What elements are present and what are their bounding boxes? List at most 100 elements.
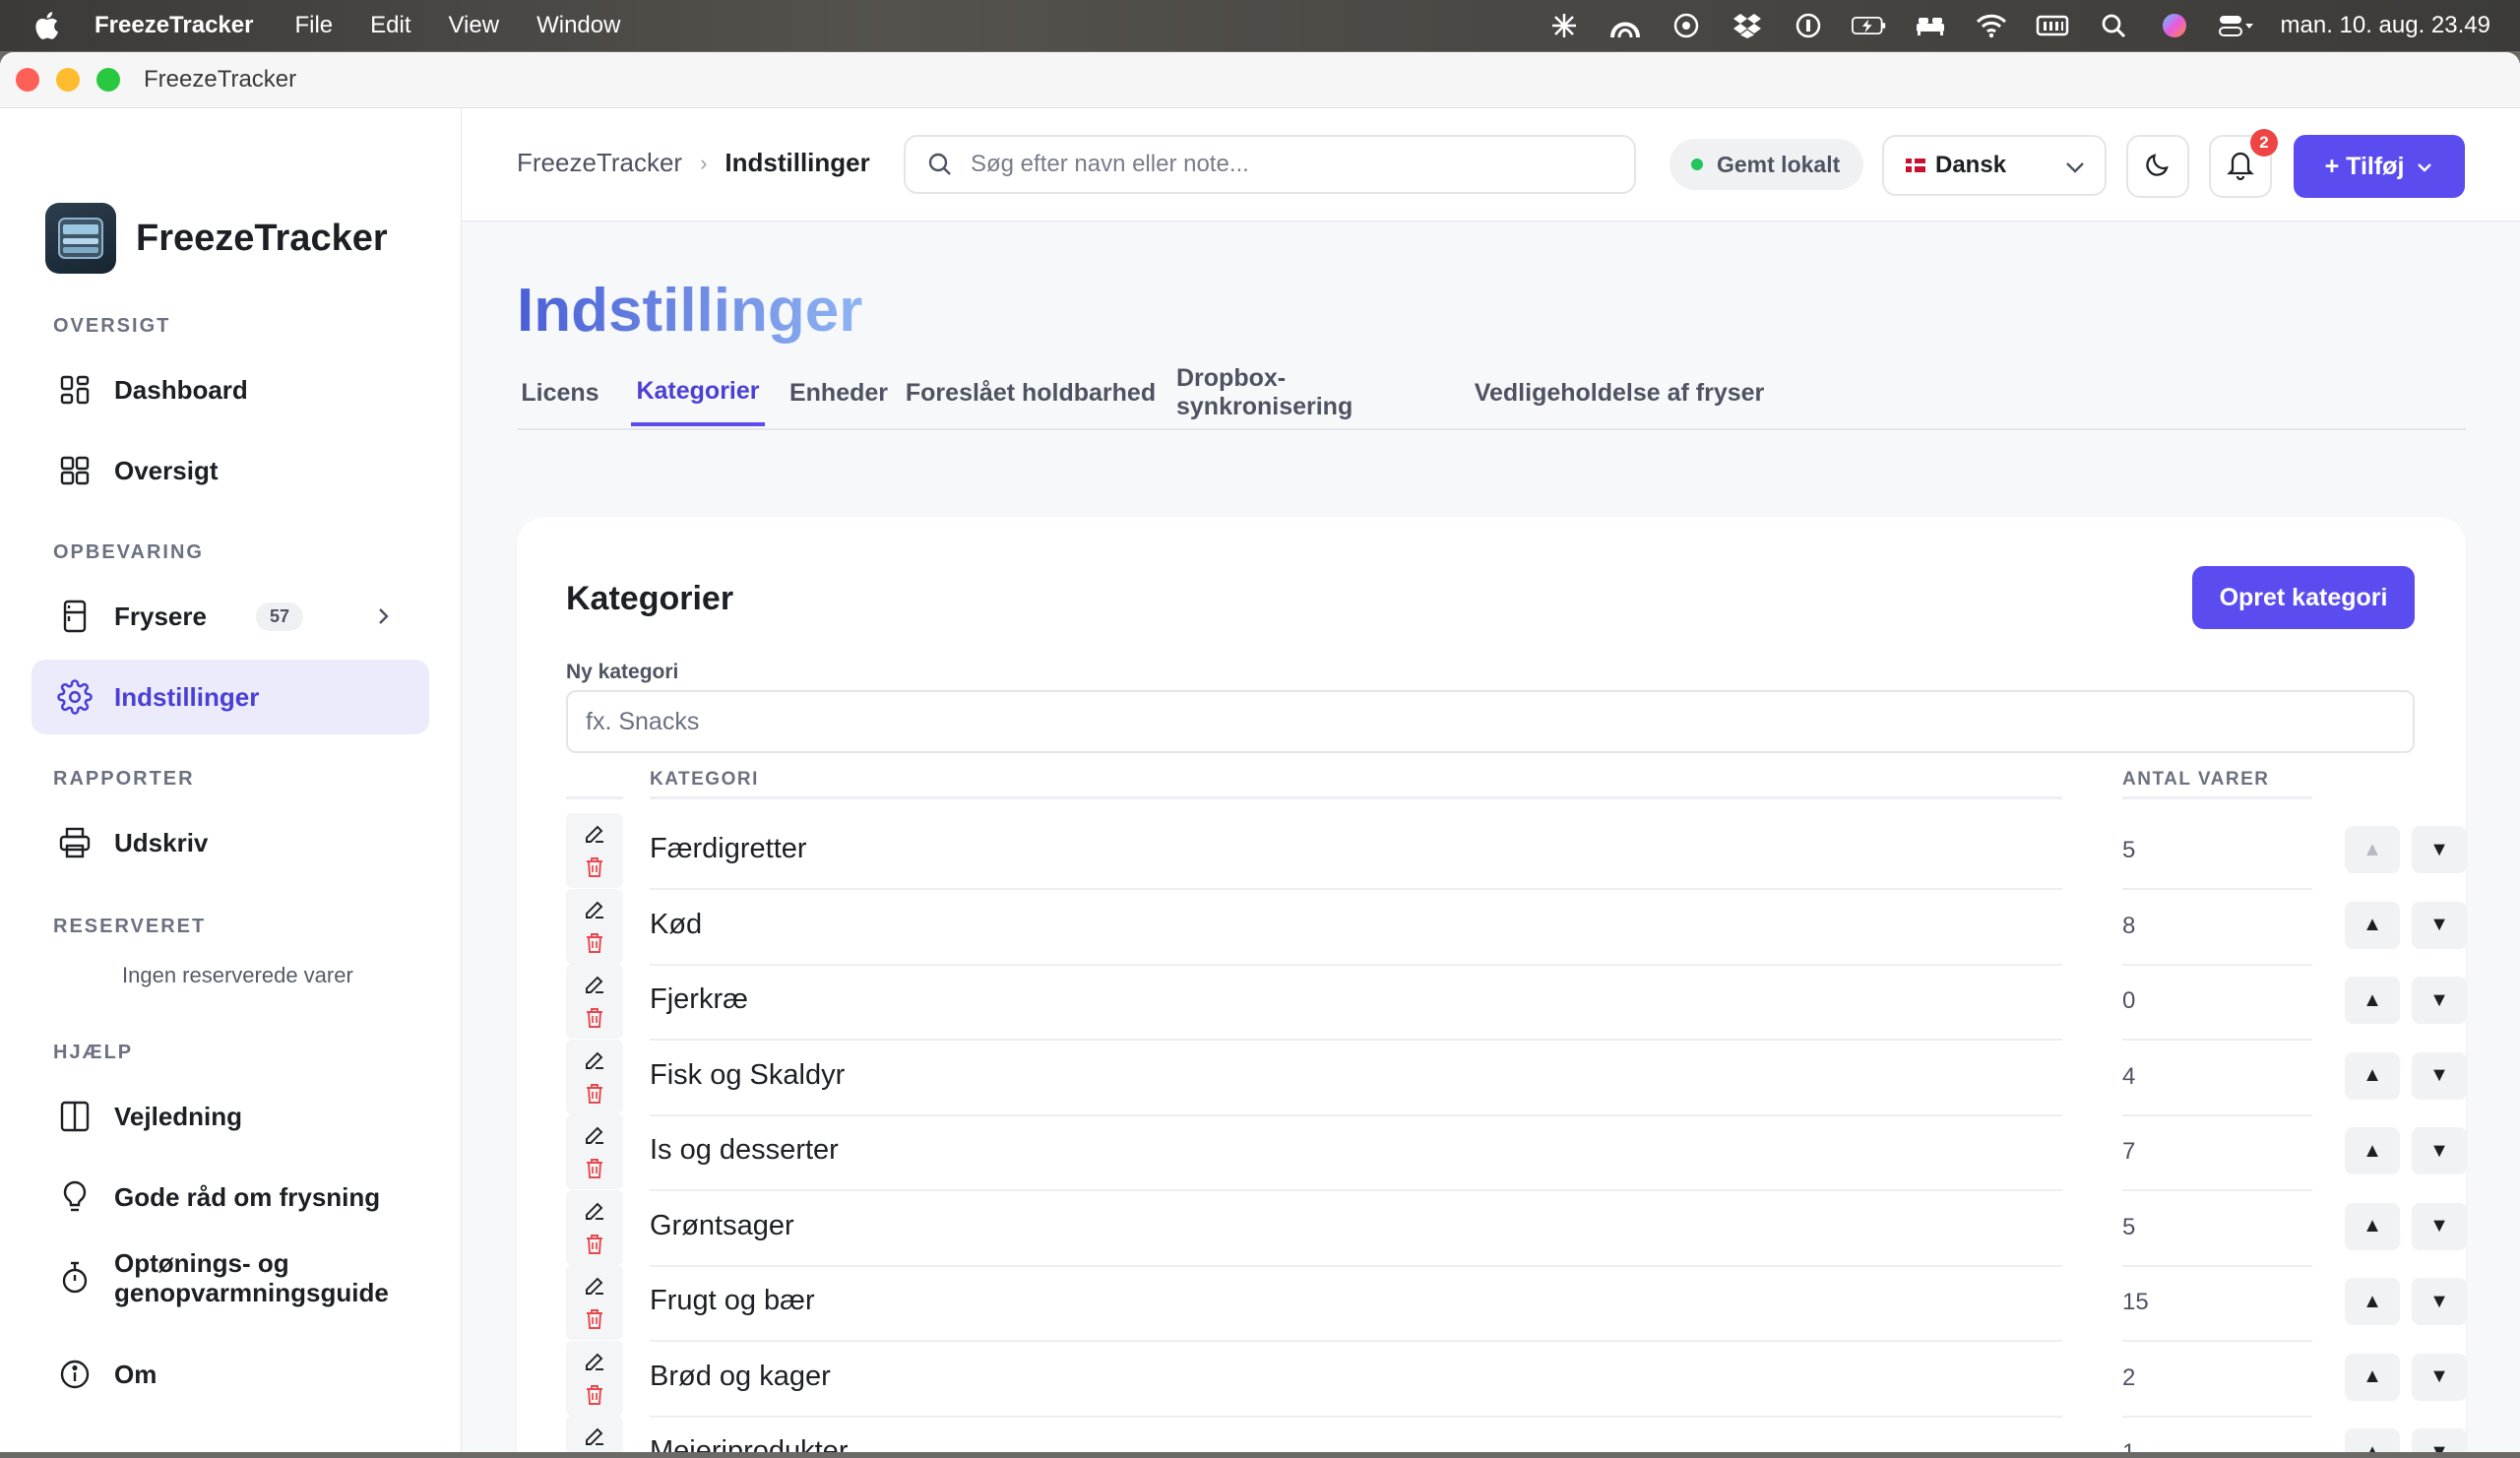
sidebar-item-about[interactable]: Om [32,1337,429,1412]
breadcrumb-root[interactable]: FreezeTracker [517,148,682,178]
language-select[interactable]: Dansk [1882,135,2107,196]
item-count: 0 [2122,987,2136,1014]
edit-icon[interactable] [578,1044,611,1077]
move-up-button[interactable]: ▲ [2345,977,2400,1024]
sidebar-item-freezers[interactable]: Frysere 57 [32,579,429,654]
new-category-input[interactable] [566,690,2415,753]
zoom-window-button[interactable] [96,68,120,92]
minimize-window-button[interactable] [56,68,80,92]
sidebar-item-overview[interactable]: Oversigt [32,433,429,508]
header-divider [566,796,623,799]
trash-icon[interactable] [578,1152,611,1185]
close-window-button[interactable] [16,68,39,92]
menu-edit[interactable]: Edit [370,12,410,39]
menu-file[interactable]: File [294,12,333,39]
dropbox-icon[interactable] [1730,11,1765,40]
tab-suggested-shelf-life[interactable]: Foreslået holdbarhed [905,359,1157,426]
move-down-button[interactable]: ▼ [2412,1428,2467,1452]
category-name: Færdigretter [650,833,807,864]
item-count: 15 [2122,1289,2149,1315]
sidebar-item-dashboard[interactable]: Dashboard [32,352,429,427]
sidebar-item-label: Indstillinger [114,681,260,712]
edit-icon[interactable] [578,1345,611,1378]
column-header-category: KATEGORI [650,769,759,790]
move-up-button[interactable]: ▲ [2345,826,2400,873]
move-up-button[interactable]: ▲ [2345,1127,2400,1174]
table-row: Grøntsager 5 ▲ ▼ [566,1189,2467,1267]
dark-mode-toggle[interactable] [2126,135,2189,198]
move-down-button[interactable]: ▼ [2412,1127,2467,1174]
search-box[interactable] [904,135,1636,194]
category-name: Frugt og bær [650,1285,815,1316]
move-down-button[interactable]: ▼ [2412,1051,2467,1100]
trash-icon[interactable] [578,1228,611,1261]
trash-icon[interactable] [578,1378,611,1412]
category-name: Kød [650,908,703,940]
sidebar-item-settings[interactable]: Indstillinger [32,660,429,734]
move-down-button[interactable]: ▼ [2412,1202,2467,1250]
trash-icon[interactable] [578,1077,611,1110]
trash-icon[interactable] [578,926,611,960]
battery-charging-icon[interactable] [1851,11,1887,40]
chevron-right-icon[interactable] [374,602,394,637]
asterisk-status-icon[interactable] [1546,11,1582,40]
menu-app-name[interactable]: FreezeTracker [94,12,253,39]
edit-icon[interactable] [578,817,611,851]
row-actions [566,1265,623,1340]
category-name: Mejeriprodukter [650,1435,849,1452]
menu-window[interactable]: Window [536,12,620,39]
aperture-status-icon[interactable] [1669,11,1704,40]
arch-status-icon[interactable] [1607,11,1643,40]
move-up-button[interactable]: ▲ [2345,901,2400,949]
main-content: Indstillinger Licens Kategorier Enheder … [462,222,2520,1452]
edit-icon[interactable] [578,1194,611,1228]
add-button[interactable]: + Tilføj [2294,135,2465,198]
notifications-button[interactable]: 2 [2209,129,2278,198]
edit-icon[interactable] [578,1420,611,1452]
tab-units[interactable]: Enheder [788,359,889,426]
memory-chip-icon[interactable] [2035,11,2070,40]
create-category-button[interactable]: Opret kategori [2192,566,2415,629]
tab-dropbox-sync[interactable]: Dropbox-synkronisering [1176,359,1456,426]
move-down-button[interactable]: ▼ [2412,977,2467,1024]
tab-freezer-maintenance[interactable]: Vedligeholdelse af fryser [1472,359,1767,426]
edit-icon[interactable] [578,893,611,926]
trash-icon[interactable] [578,1001,611,1035]
move-up-button[interactable]: ▲ [2345,1202,2400,1250]
move-up-button[interactable]: ▲ [2345,1278,2400,1325]
tab-categories[interactable]: Kategorier [631,359,765,426]
menubar-clock[interactable]: man. 10. aug. 23.49 [2281,12,2491,39]
trash-icon[interactable] [578,1302,611,1336]
wifi-icon[interactable] [1974,11,2009,40]
sidebar-item-guide[interactable]: Vejledning [32,1079,429,1154]
move-up-button[interactable]: ▲ [2345,1051,2400,1100]
sidebar-item-thaw-guide[interactable]: Optønings- og genopvarmningsguide [32,1231,429,1325]
move-down-button[interactable]: ▼ [2412,1278,2467,1325]
edit-icon[interactable] [578,968,611,1001]
move-down-button[interactable]: ▼ [2412,826,2467,873]
spotlight-search-icon[interactable] [2096,11,2131,40]
apple-icon[interactable] [33,11,59,40]
category-name: Brød og kager [650,1360,831,1392]
notification-count-badge: 2 [2250,129,2278,157]
search-input[interactable] [969,150,1622,179]
move-up-button[interactable]: ▲ [2345,1353,2400,1401]
siri-icon[interactable] [2157,11,2192,40]
password-manager-icon[interactable] [1791,11,1826,40]
row-actions [566,888,623,964]
sidebar-item-tips[interactable]: Gode råd om frysning [32,1160,429,1235]
trash-icon[interactable] [578,851,611,884]
edit-icon[interactable] [578,1118,611,1152]
control-center-icon[interactable] [2218,11,2253,40]
menu-view[interactable]: View [448,12,499,39]
sleep-bed-icon[interactable] [1913,11,1948,40]
move-down-button[interactable]: ▼ [2412,1353,2467,1401]
brand[interactable]: FreezeTracker [45,203,388,274]
tab-license[interactable]: Licens [517,359,603,426]
edit-icon[interactable] [578,1269,611,1302]
item-count: 5 [2122,1213,2136,1240]
item-count: 5 [2122,837,2136,863]
move-down-button[interactable]: ▼ [2412,901,2467,949]
move-up-button[interactable]: ▲ [2345,1428,2400,1452]
sidebar-item-print[interactable]: Udskriv [32,805,429,880]
